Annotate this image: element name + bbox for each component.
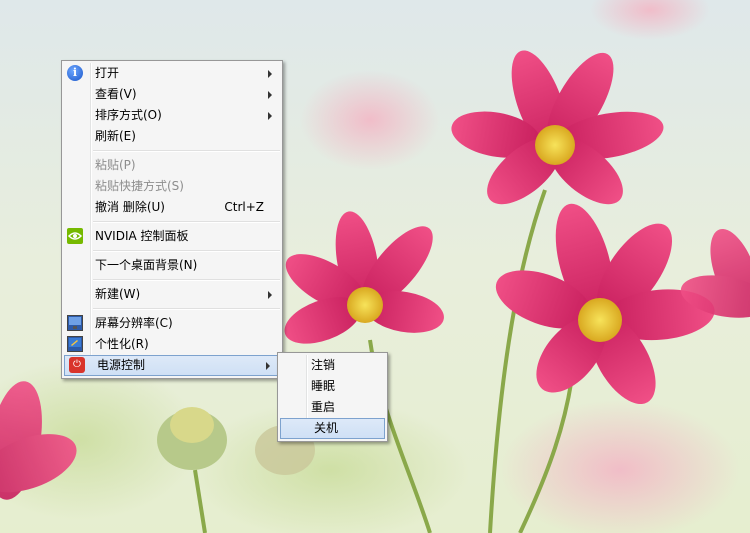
- shortcut-text: Ctrl+Z: [224, 200, 264, 214]
- submenu-arrow-icon: [266, 362, 270, 370]
- menu-item-next-background[interactable]: 下一个桌面背景(N): [62, 255, 282, 276]
- info-icon: i: [67, 65, 83, 81]
- menu-item-power-control[interactable]: ⏻ 电源控制: [64, 355, 280, 376]
- menu-separator: [93, 279, 280, 281]
- menu-item-label: 打开: [95, 66, 120, 80]
- submenu-arrow-icon: [268, 91, 272, 99]
- menu-separator: [93, 150, 280, 152]
- submenu-item-label: 睡眠: [311, 379, 336, 393]
- menu-item-paste-shortcut: 粘贴快捷方式(S): [62, 176, 282, 197]
- power-submenu: 注销 睡眠 重启 关机: [277, 352, 388, 442]
- menu-item-label: 下一个桌面背景(N): [95, 258, 198, 272]
- menu-item-label: 新建(W): [95, 287, 141, 301]
- menu-item-nvidia-control-panel[interactable]: NVIDIA 控制面板: [62, 226, 282, 247]
- submenu-arrow-icon: [268, 70, 272, 78]
- menu-item-label: 粘贴快捷方式(S): [95, 179, 184, 193]
- menu-item-label: NVIDIA 控制面板: [95, 229, 189, 243]
- submenu-item-label: 重启: [311, 400, 336, 414]
- menu-item-refresh[interactable]: 刷新(E): [62, 126, 282, 147]
- power-icon: ⏻: [69, 357, 85, 373]
- menu-item-label: 刷新(E): [95, 129, 136, 143]
- menu-item-label: 撤消 删除(U): [95, 200, 165, 214]
- menu-item-label: 屏幕分辨率(C): [95, 316, 173, 330]
- menu-separator: [93, 250, 280, 252]
- menu-separator: [93, 308, 280, 310]
- menu-item-sort-by[interactable]: 排序方式(O): [62, 105, 282, 126]
- submenu-item-log-off[interactable]: 注销: [278, 355, 387, 376]
- menu-item-label: 查看(V): [95, 87, 137, 101]
- submenu-item-label: 注销: [311, 358, 336, 372]
- submenu-item-restart[interactable]: 重启: [278, 397, 387, 418]
- menu-item-personalize[interactable]: 个性化(R): [62, 334, 282, 355]
- menu-item-label: 排序方式(O): [95, 108, 162, 122]
- submenu-arrow-icon: [268, 291, 272, 299]
- menu-item-undo-delete[interactable]: 撤消 删除(U) Ctrl+Z: [62, 197, 282, 218]
- personalize-icon: [67, 336, 83, 352]
- submenu-arrow-icon: [268, 112, 272, 120]
- monitor-icon: [67, 315, 83, 331]
- submenu-item-sleep[interactable]: 睡眠: [278, 376, 387, 397]
- submenu-item-shutdown[interactable]: 关机: [280, 418, 385, 439]
- desktop-context-menu: i 打开 查看(V) 排序方式(O) 刷新(E) 粘贴(P) 粘贴快捷方式(S)…: [61, 60, 283, 379]
- nvidia-icon: [67, 228, 83, 244]
- submenu-item-label: 关机: [314, 421, 339, 435]
- menu-item-screen-resolution[interactable]: 屏幕分辨率(C): [62, 313, 282, 334]
- menu-item-label: 电源控制: [97, 358, 146, 372]
- menu-item-open[interactable]: i 打开: [62, 63, 282, 84]
- menu-item-label: 个性化(R): [95, 337, 149, 351]
- menu-item-label: 粘贴(P): [95, 158, 136, 172]
- menu-separator: [93, 221, 280, 223]
- menu-item-new[interactable]: 新建(W): [62, 284, 282, 305]
- menu-item-paste: 粘贴(P): [62, 155, 282, 176]
- menu-item-view[interactable]: 查看(V): [62, 84, 282, 105]
